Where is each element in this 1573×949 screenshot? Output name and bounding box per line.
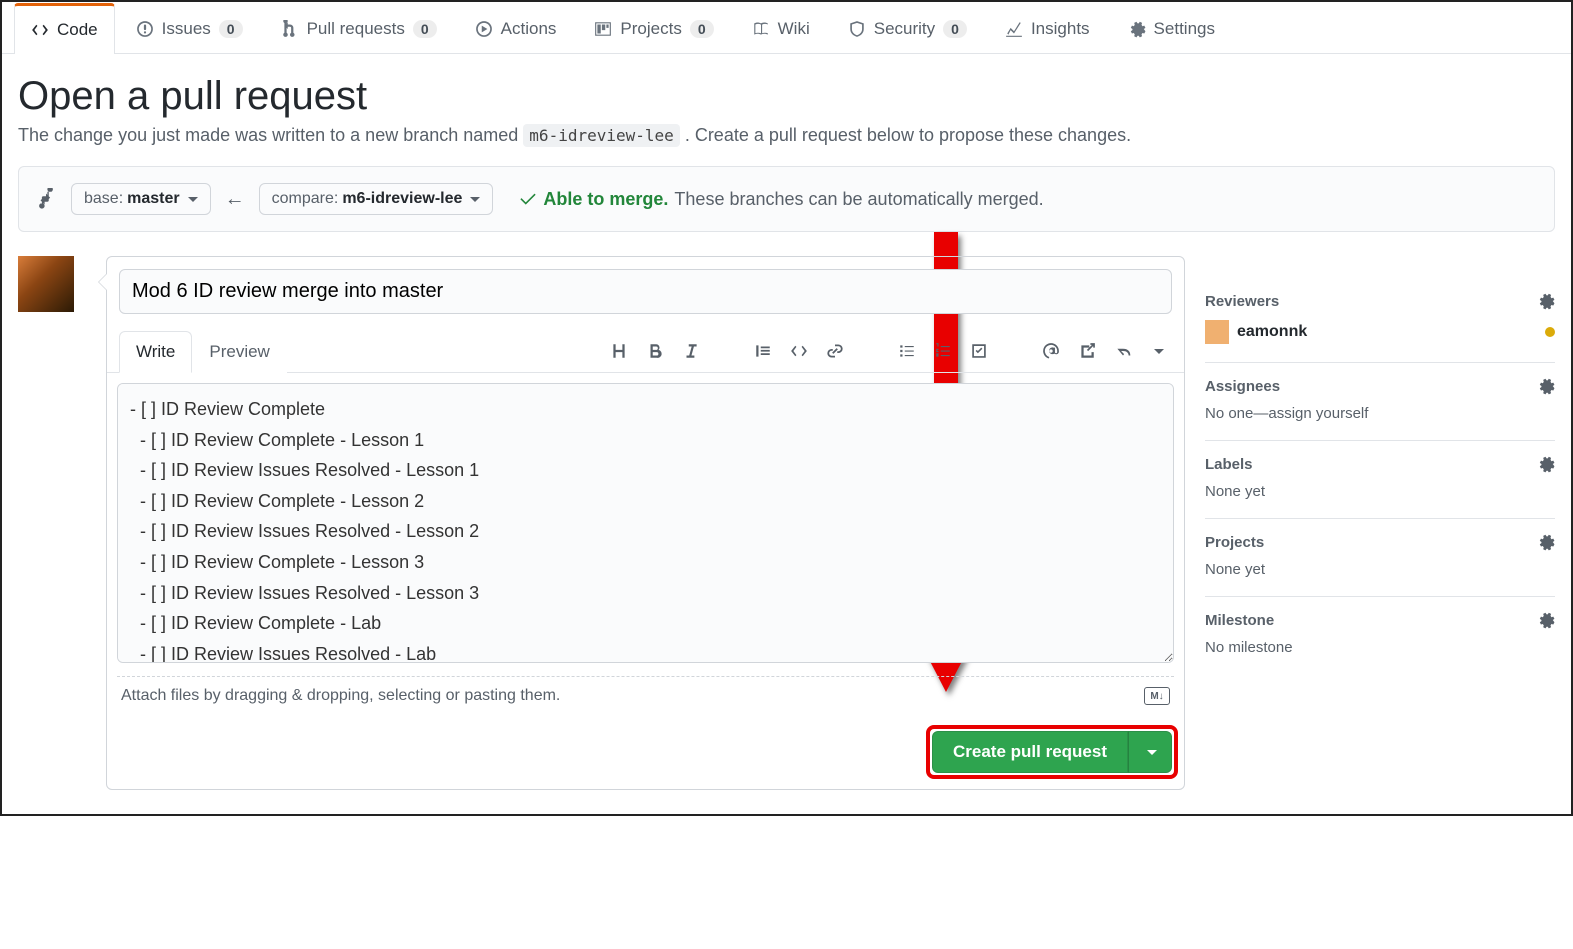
caret-down-icon xyxy=(1147,750,1157,755)
caret-down-icon xyxy=(188,197,198,202)
issue-icon xyxy=(136,20,154,38)
reviewer-item[interactable]: eamonnk xyxy=(1205,320,1555,344)
tasklist-icon[interactable] xyxy=(970,342,988,360)
tab-pull-requests[interactable]: Pull requests 0 xyxy=(264,4,454,53)
heading-icon[interactable] xyxy=(610,342,628,360)
projects-value: None yet xyxy=(1205,561,1555,578)
branch-name-code: m6-idreview-lee xyxy=(523,124,680,147)
tab-insights-label: Insights xyxy=(1031,19,1090,39)
assign-yourself-link[interactable]: No one—assign yourself xyxy=(1205,405,1555,422)
code-icon xyxy=(31,21,49,39)
bold-icon[interactable] xyxy=(646,342,664,360)
tab-issues[interactable]: Issues 0 xyxy=(119,4,260,53)
tab-actions-label: Actions xyxy=(501,19,557,39)
reply-icon[interactable] xyxy=(1114,342,1132,360)
tab-wiki[interactable]: Wiki xyxy=(735,4,827,53)
tab-issues-label: Issues xyxy=(162,19,211,39)
tab-security[interactable]: Security 0 xyxy=(831,4,984,53)
compare-branch-select[interactable]: compare: m6-idreview-lee xyxy=(259,183,494,215)
gear-icon[interactable] xyxy=(1537,611,1555,629)
milestone-value: No milestone xyxy=(1205,639,1555,656)
security-count: 0 xyxy=(943,20,967,38)
avatar xyxy=(18,256,74,312)
repo-nav: Code Issues 0 Pull requests 0 Actions Pr… xyxy=(2,2,1571,54)
labels-header[interactable]: Labels xyxy=(1205,455,1555,473)
avatar xyxy=(1205,320,1229,344)
gear-icon[interactable] xyxy=(1537,292,1555,310)
git-pull-request-icon xyxy=(281,20,299,38)
mention-icon[interactable] xyxy=(1042,342,1060,360)
shield-icon xyxy=(848,20,866,38)
editor-tabs-row: Write Preview xyxy=(107,330,1184,373)
gear-icon[interactable] xyxy=(1537,377,1555,395)
pr-form: Write Preview xyxy=(106,256,1185,790)
create-pr-button[interactable]: Create pull request xyxy=(932,731,1128,773)
milestone-header[interactable]: Milestone xyxy=(1205,611,1555,629)
attach-hint[interactable]: Attach files by dragging & dropping, sel… xyxy=(117,676,1174,715)
link-icon[interactable] xyxy=(826,342,844,360)
reviewers-header[interactable]: Reviewers xyxy=(1205,292,1555,310)
projects-header[interactable]: Projects xyxy=(1205,533,1555,551)
book-icon xyxy=(752,20,770,38)
caret-down-icon xyxy=(470,197,480,202)
caret-down-icon xyxy=(1154,349,1164,354)
page-subtitle: The change you just made was written to … xyxy=(18,125,1555,146)
gear-icon[interactable] xyxy=(1537,455,1555,473)
pr-body-textarea[interactable] xyxy=(117,383,1174,663)
tab-projects[interactable]: Projects 0 xyxy=(577,4,730,53)
tab-actions[interactable]: Actions xyxy=(458,4,574,53)
pr-title-input[interactable] xyxy=(119,269,1172,314)
tab-insights[interactable]: Insights xyxy=(988,4,1107,53)
gear-icon[interactable] xyxy=(1537,533,1555,551)
play-icon xyxy=(475,20,493,38)
check-icon xyxy=(519,190,537,208)
code-icon[interactable] xyxy=(790,342,808,360)
project-icon xyxy=(594,20,612,38)
number-list-icon[interactable] xyxy=(934,342,952,360)
gear-icon xyxy=(1128,20,1146,38)
projects-count: 0 xyxy=(690,20,714,38)
base-branch-select[interactable]: base: master xyxy=(71,183,211,215)
annotation-highlight: Create pull request xyxy=(930,729,1174,775)
merge-status: Able to merge. These branches can be aut… xyxy=(519,189,1043,210)
status-pending-icon xyxy=(1545,327,1555,337)
italic-icon[interactable] xyxy=(682,342,700,360)
issues-count: 0 xyxy=(219,20,243,38)
graph-icon xyxy=(1005,20,1023,38)
prs-count: 0 xyxy=(413,20,437,38)
compare-range-box: base: master ← compare: m6-idreview-lee … xyxy=(18,166,1555,232)
tab-code[interactable]: Code xyxy=(14,3,115,54)
git-compare-icon xyxy=(35,188,57,210)
labels-value: None yet xyxy=(1205,483,1555,500)
create-pr-dropdown[interactable] xyxy=(1128,731,1172,773)
quote-icon[interactable] xyxy=(754,342,772,360)
markdown-toolbar xyxy=(610,342,1172,360)
tab-settings[interactable]: Settings xyxy=(1111,4,1232,53)
tab-security-label: Security xyxy=(874,19,935,39)
tab-preview[interactable]: Preview xyxy=(192,331,286,373)
cross-reference-icon[interactable] xyxy=(1078,342,1096,360)
tab-wiki-label: Wiki xyxy=(778,19,810,39)
tab-write[interactable]: Write xyxy=(119,331,192,373)
arrow-left-icon: ← xyxy=(225,188,245,211)
tab-prs-label: Pull requests xyxy=(307,19,405,39)
sidebar: Reviewers eamonnk Assignees No one—assig… xyxy=(1205,256,1555,674)
markdown-icon[interactable]: M↓ xyxy=(1144,687,1170,705)
page-title: Open a pull request xyxy=(18,74,1555,119)
bullet-list-icon[interactable] xyxy=(898,342,916,360)
tab-projects-label: Projects xyxy=(620,19,681,39)
tab-settings-label: Settings xyxy=(1154,19,1215,39)
assignees-header[interactable]: Assignees xyxy=(1205,377,1555,395)
tab-code-label: Code xyxy=(57,20,98,40)
